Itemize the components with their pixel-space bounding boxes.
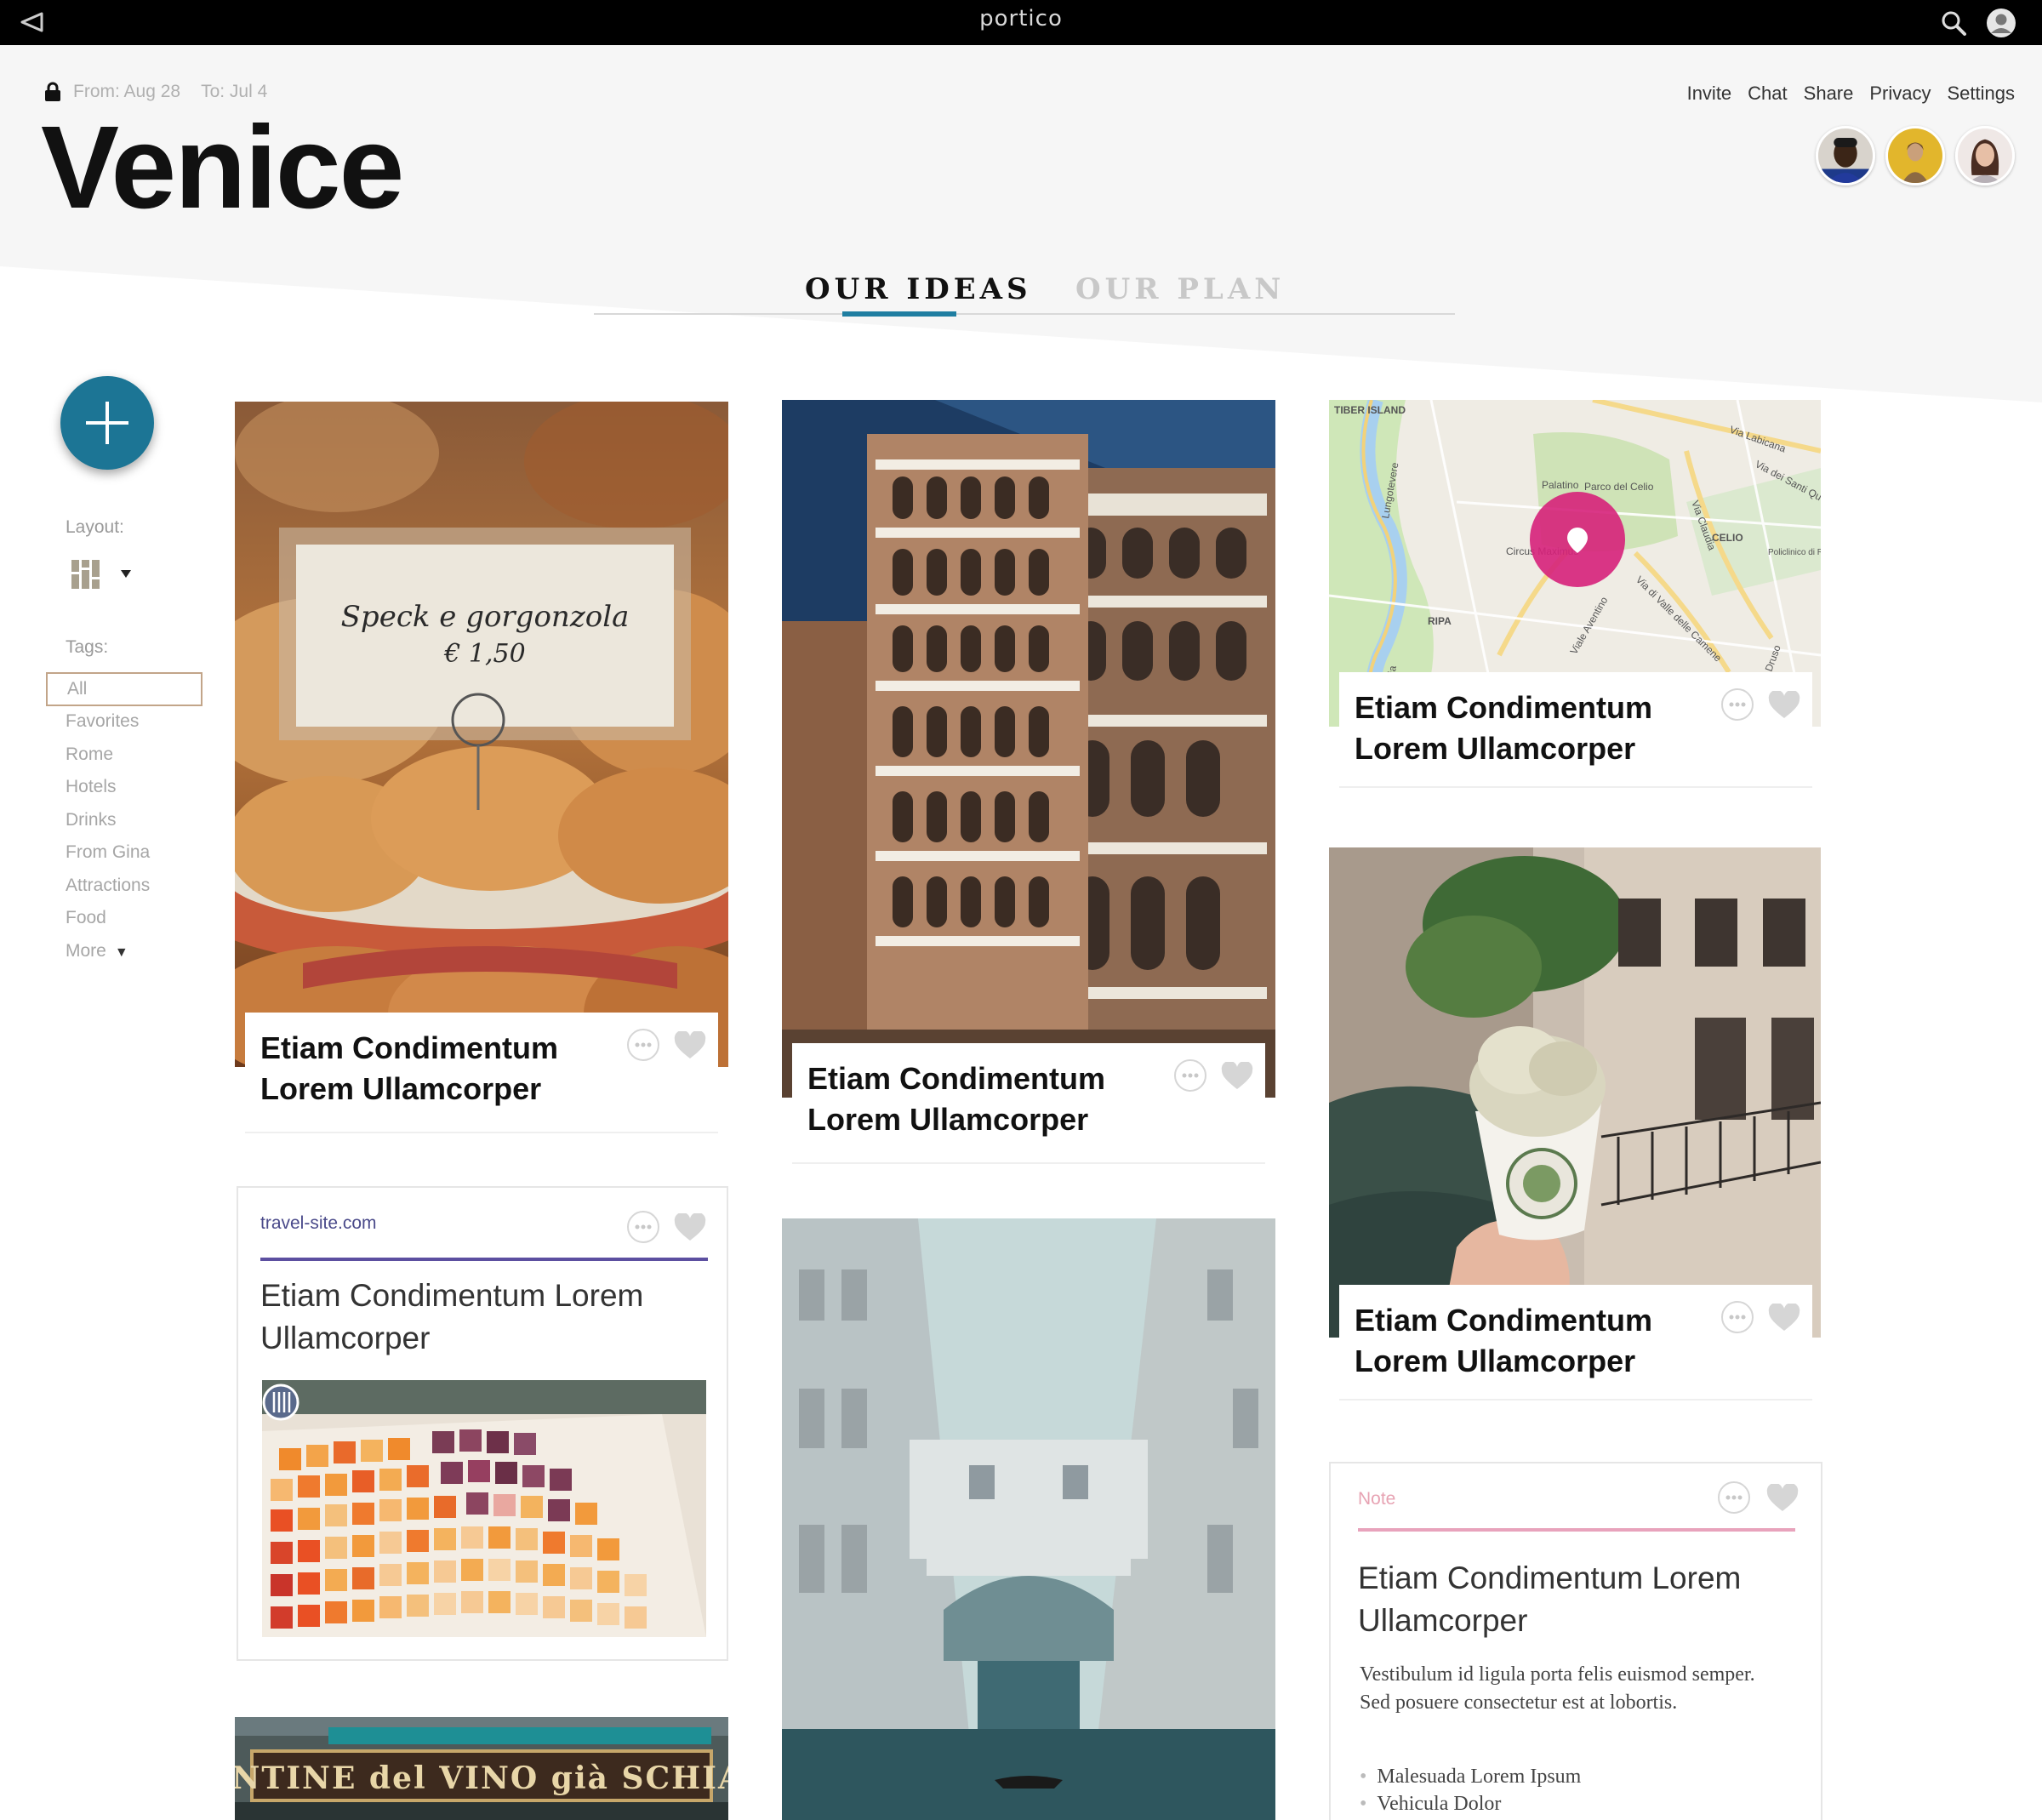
heart-icon[interactable]	[674, 1213, 706, 1242]
tab-our-plan[interactable]: OUR PLAN	[1075, 272, 1285, 306]
chat-link[interactable]: Chat	[1748, 83, 1787, 105]
trip-dates: From: Aug 28 To: Jul 4	[44, 82, 267, 102]
layout-picker[interactable]	[71, 558, 140, 592]
link-preview-image	[262, 1380, 706, 1637]
settings-link[interactable]: Settings	[1948, 83, 2016, 105]
card-photo	[782, 400, 1275, 1098]
note-label: Note	[1358, 1489, 1396, 1509]
avatar[interactable]	[1885, 126, 1945, 185]
tag-drinks[interactable]: Drinks	[46, 804, 202, 837]
note-body: Vestibulum id ligula porta felis euismod…	[1360, 1663, 1755, 1714]
view-tabs: OUR IDEAS OUR PLAN	[594, 264, 1455, 317]
link-card[interactable]: travel-site.com Etiam Condimentum Lorem …	[237, 1186, 728, 1661]
shop-sign-text: CANTINE del VINO già SCHIAVI	[235, 1760, 728, 1796]
tag-all[interactable]: All	[46, 672, 202, 706]
tag-hotels[interactable]: Hotels	[46, 771, 202, 804]
card-caption: Etiam Condimentum Lorem Ullamcorper	[1339, 672, 1812, 788]
more-options-icon[interactable]	[1720, 687, 1754, 722]
page-title: Venice	[41, 102, 404, 233]
more-options-icon[interactable]	[1717, 1481, 1751, 1515]
card-photo	[1329, 847, 1821, 1338]
heart-icon[interactable]	[1221, 1062, 1253, 1091]
note-card[interactable]: Note Etiam Condimentum Lorem Ullamcorper…	[1329, 1462, 1822, 1820]
active-tab-indicator	[842, 311, 956, 317]
tag-favorites[interactable]: Favorites	[46, 705, 202, 739]
sign-text-line2: € 1,50	[443, 639, 525, 669]
user-account-icon[interactable]	[1986, 8, 2016, 38]
restaurant-icon	[262, 1384, 299, 1421]
idea-card[interactable]: TIBER ISLAND Palatino Parco del Celio CE…	[1329, 400, 1821, 788]
chevron-down-icon	[121, 570, 131, 578]
collaborator-avatars	[1816, 126, 2015, 185]
card-caption: Etiam Condimentum Lorem Ullamcorper	[1339, 1285, 1812, 1401]
card-title: Etiam Condimentum Lorem Ullamcorper	[1355, 690, 1653, 766]
tab-our-ideas[interactable]: OUR IDEAS	[805, 272, 1032, 306]
map-label: Policlinico di Roma	[1768, 548, 1821, 557]
tag-attractions[interactable]: Attractions	[46, 870, 202, 903]
lock-icon	[45, 82, 60, 101]
card-photo[interactable]: CANTINE del VINO già SCHIAVI	[235, 1717, 728, 1820]
idea-card[interactable]: Speck e gorgonzola € 1,50 Etiam Condimen…	[235, 402, 728, 1133]
note-title: Etiam Condimentum Lorem Ullamcorper	[1358, 1560, 1742, 1638]
card-caption: Etiam Condimentum Lorem Ullamcorper	[792, 1043, 1265, 1164]
more-options-icon[interactable]	[626, 1210, 660, 1244]
sign-text-line1: Speck e gorgonzola	[341, 600, 630, 634]
add-idea-button[interactable]	[60, 376, 154, 470]
invite-link[interactable]: Invite	[1687, 83, 1732, 105]
avatar[interactable]	[1955, 126, 2015, 185]
tag-more-label: More	[66, 940, 106, 961]
heart-icon[interactable]	[674, 1031, 706, 1060]
tag-food[interactable]: Food	[46, 902, 202, 935]
map-label: Palatino	[1542, 479, 1579, 491]
more-options-icon[interactable]	[1173, 1058, 1207, 1093]
heart-icon[interactable]	[1768, 1304, 1800, 1332]
masonry-grid-icon	[71, 560, 100, 589]
list-item: Malesuada Lorem Ipsum	[1377, 1763, 1581, 1790]
trip-to-date: To: Jul 4	[201, 82, 268, 101]
card-title: Etiam Condimentum Lorem Ullamcorper	[1355, 1303, 1653, 1378]
link-divider	[260, 1258, 708, 1261]
note-list: Malesuada Lorem Ipsum Vehicula Dolor	[1377, 1763, 1581, 1817]
card-title: Etiam Condimentum Lorem Ullamcorper	[260, 1030, 559, 1106]
tags-label: Tags:	[66, 637, 109, 657]
heart-icon[interactable]	[1768, 691, 1800, 720]
layout-label: Layout:	[66, 517, 124, 537]
search-icon[interactable]	[1940, 9, 1967, 37]
tag-more[interactable]: More ▼	[46, 935, 202, 968]
idea-card[interactable]: Etiam Condimentum Lorem Ullamcorper	[782, 400, 1275, 1164]
link-title: Etiam Condimentum Lorem Ullamcorper	[260, 1278, 644, 1355]
card-photo[interactable]	[782, 1218, 1275, 1820]
privacy-link[interactable]: Privacy	[1869, 83, 1931, 105]
note-divider	[1358, 1528, 1795, 1532]
link-source[interactable]: travel-site.com	[260, 1213, 377, 1234]
list-item: Vehicula Dolor	[1377, 1790, 1581, 1817]
map-label: Parco del Celio	[1584, 481, 1654, 493]
heart-icon[interactable]	[1766, 1484, 1799, 1513]
map-label: RIPA	[1428, 615, 1452, 627]
share-link[interactable]: Share	[1804, 83, 1854, 105]
tag-filter-list: All Favorites Rome Hotels Drinks From Gi…	[46, 672, 202, 967]
back-arrow-icon[interactable]	[19, 11, 44, 33]
chevron-down-icon: ▼	[114, 944, 128, 960]
more-options-icon[interactable]	[626, 1028, 660, 1062]
map-label: TIBER ISLAND	[1334, 404, 1406, 416]
avatar[interactable]	[1816, 126, 1875, 185]
header-nav: Invite Chat Share Privacy Settings	[1687, 83, 2015, 105]
card-photo: Speck e gorgonzola € 1,50	[235, 402, 728, 1067]
top-bar: portico	[0, 0, 2042, 45]
card-caption: Etiam Condimentum Lorem Ullamcorper	[245, 1013, 718, 1133]
tag-from-gina[interactable]: From Gina	[46, 836, 202, 870]
more-options-icon[interactable]	[1720, 1300, 1754, 1334]
app-brand: portico	[979, 6, 1063, 31]
trip-from-date: From: Aug 28	[73, 82, 181, 101]
idea-card[interactable]: Etiam Condimentum Lorem Ullamcorper	[1329, 847, 1821, 1401]
card-title: Etiam Condimentum Lorem Ullamcorper	[807, 1061, 1106, 1137]
tag-rome[interactable]: Rome	[46, 739, 202, 772]
